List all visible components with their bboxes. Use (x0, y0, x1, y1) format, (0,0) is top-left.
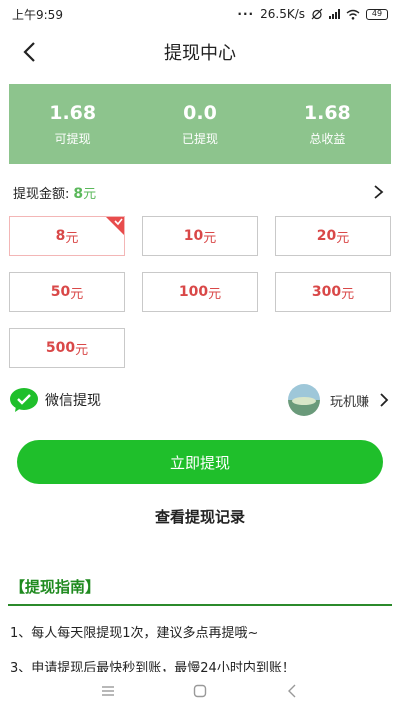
amount-option-value: 50 (50, 284, 71, 300)
amount-option-unit: 元 (208, 286, 222, 302)
summary-available: 1.68 可提现 (9, 102, 136, 147)
guide-title: 【提现指南】 (10, 578, 101, 596)
amount-option-value: 500 (45, 340, 76, 356)
amount-option-unit: 元 (341, 286, 355, 302)
withdraw-now-button[interactable]: 立即提现 (17, 440, 383, 484)
amount-option-value: 10 (183, 228, 204, 244)
amount-option-20[interactable]: 20 元 (275, 216, 391, 256)
summary-available-label: 可提现 (54, 131, 91, 146)
summary-available-value: 1.68 (49, 101, 97, 124)
home-icon (193, 684, 207, 698)
status-bar: 上午9:59 ··· 26.5K/s 49 (0, 0, 400, 28)
guide-item: 1、每人每天限提现1次，建议多点再提哦~ (10, 626, 259, 641)
amount-option-300[interactable]: 300 元 (275, 272, 391, 312)
amount-option-unit: 元 (203, 230, 217, 246)
wifi-icon (346, 9, 360, 20)
chevron-right-icon (380, 393, 389, 407)
wechat-icon (10, 388, 38, 412)
chevron-right-icon (374, 185, 384, 199)
summary-withdrawn: 0.0 已提现 (136, 102, 263, 147)
signal-icon (329, 9, 340, 19)
nav-menu-button[interactable] (98, 681, 118, 701)
summary-total-value: 1.68 (303, 101, 351, 124)
amount-option-10[interactable]: 10 元 (142, 216, 258, 256)
network-speed: 26.5K/s (260, 7, 305, 21)
page-title: 提现中心 (164, 43, 236, 64)
partner-account[interactable]: 玩机赚 (287, 382, 391, 418)
status-dots: ··· (237, 7, 255, 21)
guide-divider (8, 604, 392, 606)
withdraw-amount-row[interactable]: 提现金额: 8元 (13, 178, 391, 206)
balance-summary: 1.68 可提现 0.0 已提现 1.68 总收益 (9, 84, 391, 164)
partner-name: 玩机赚 (329, 394, 369, 410)
amount-option-value: 300 (311, 284, 342, 300)
summary-withdrawn-label: 已提现 (181, 131, 218, 146)
amount-option-unit: 元 (75, 342, 89, 358)
amount-option-50[interactable]: 50 元 (9, 272, 125, 312)
withdraw-amount-label: 提现金额: (13, 186, 70, 202)
system-nav-bar (0, 672, 400, 710)
nav-home-button[interactable] (190, 681, 210, 701)
status-right: ··· 26.5K/s 49 (237, 7, 388, 21)
summary-withdrawn-value: 0.0 (183, 101, 217, 124)
withdraw-amount-number: 8 (73, 185, 84, 202)
summary-total: 1.68 总收益 (264, 102, 391, 147)
back-icon (288, 684, 296, 698)
amount-option-unit: 元 (65, 230, 79, 246)
summary-total-label: 总收益 (309, 131, 346, 146)
withdraw-amount-value: 8元 (73, 183, 96, 202)
amount-option-8[interactable]: 8元 (9, 216, 125, 256)
withdraw-amount-unit: 元 (83, 186, 97, 202)
menu-icon (102, 686, 114, 696)
status-time: 上午9:59 (12, 7, 63, 22)
amount-option-value: 8 (55, 228, 66, 244)
view-records-link[interactable]: 查看提现记录 (0, 506, 400, 527)
nav-back-button[interactable] (282, 681, 302, 701)
avatar (287, 384, 320, 416)
back-button[interactable] (14, 36, 46, 68)
alarm-off-icon (311, 8, 323, 20)
header: 提现中心 (0, 30, 400, 74)
selected-check-icon (106, 217, 124, 235)
amount-option-value: 100 (178, 284, 209, 300)
chevron-left-icon (23, 42, 35, 62)
wechat-withdraw-label: 微信提现 (45, 393, 101, 409)
withdraw-method-row[interactable]: 微信提现 玩机赚 (9, 382, 391, 418)
battery-icon: 49 (366, 8, 388, 20)
amount-option-100[interactable]: 100 元 (142, 272, 258, 312)
amount-option-500[interactable]: 500 元 (9, 328, 125, 368)
amount-option-value: 20 (316, 228, 337, 244)
amount-option-unit: 元 (336, 230, 350, 246)
amount-option-unit: 元 (70, 286, 84, 302)
